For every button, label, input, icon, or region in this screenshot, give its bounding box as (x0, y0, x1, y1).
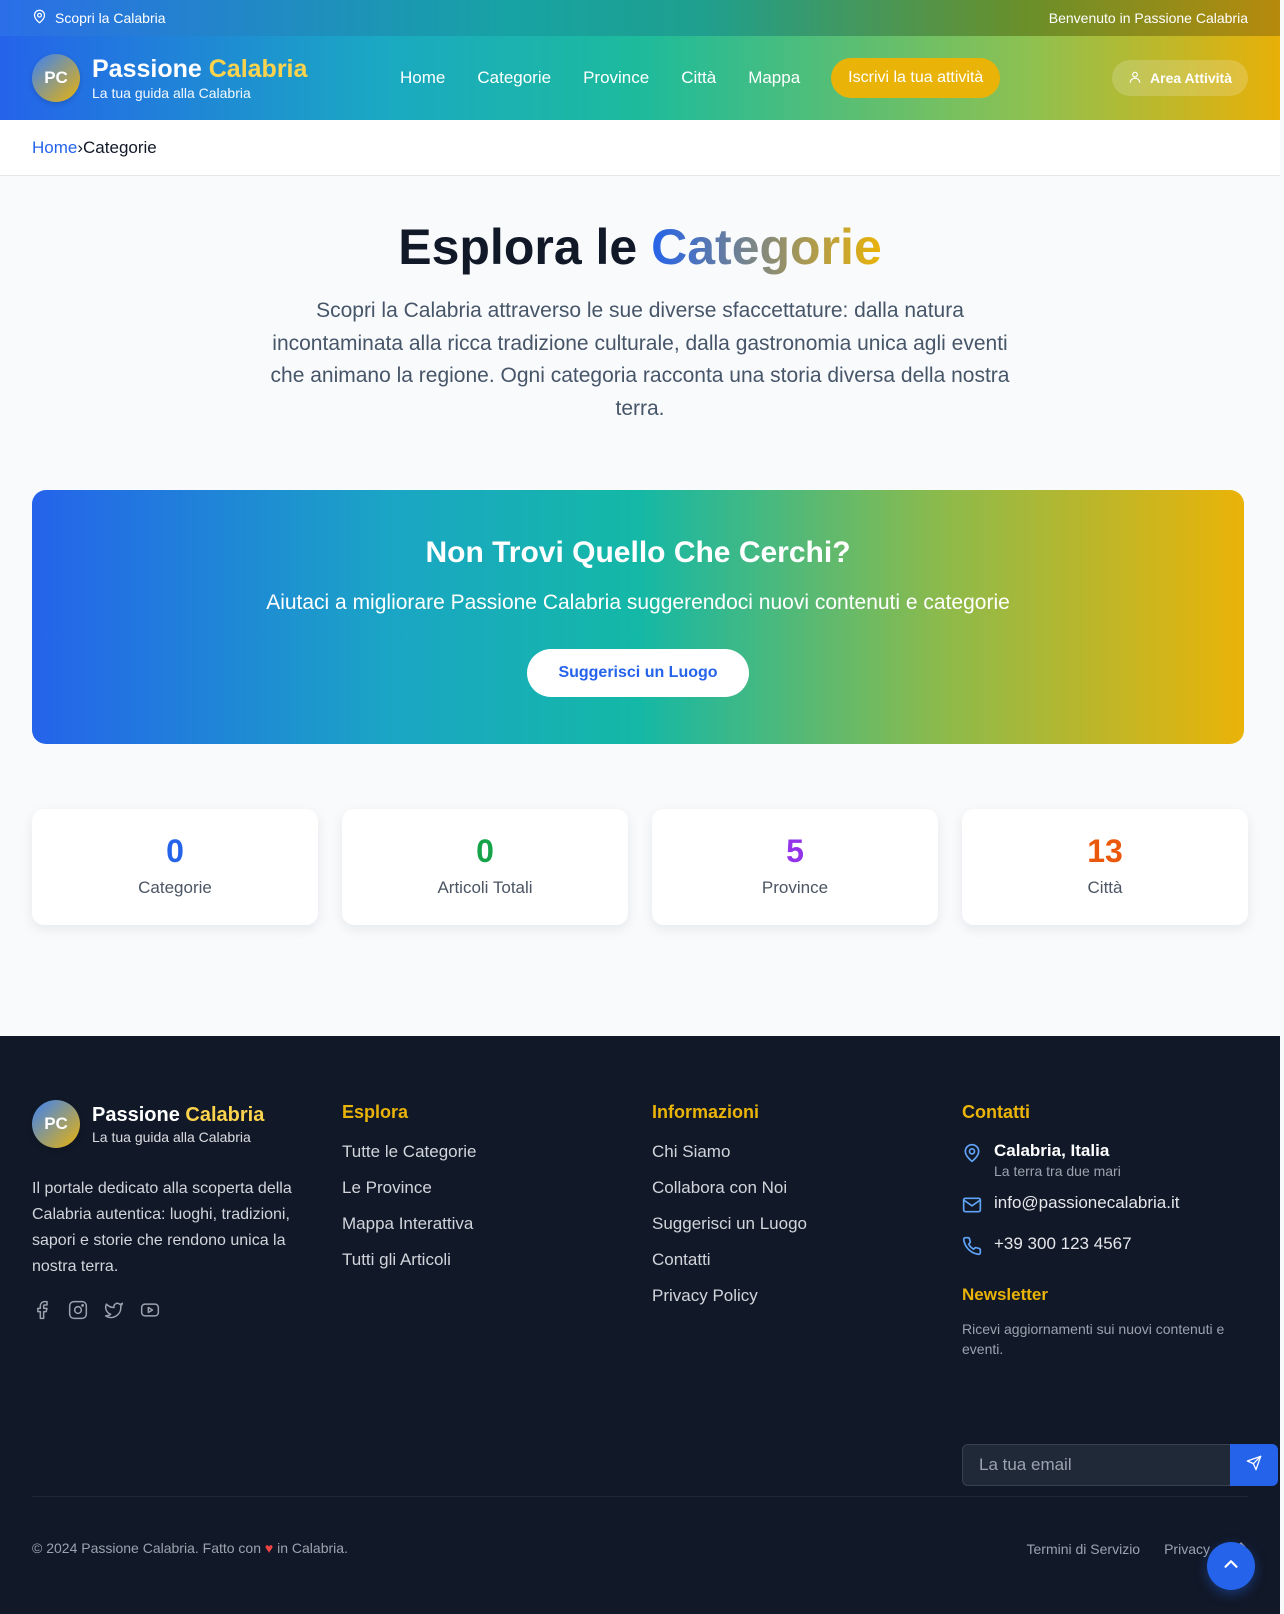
footer-logo[interactable]: PC Passione Calabria La tua guida alla C… (32, 1100, 264, 1148)
facebook-icon[interactable] (32, 1300, 52, 1320)
copyright: © 2024 Passione Calabria. Fatto con ♥ in… (32, 1540, 348, 1556)
logo-badge: PC (32, 54, 80, 102)
brand-name-part1: Passione (92, 55, 202, 83)
stat-value: 0 (166, 833, 184, 869)
site-header: PC Passione Calabria La tua guida alla C… (0, 36, 1280, 120)
footer-link-chi-siamo[interactable]: Chi Siamo (652, 1141, 807, 1163)
footer-explore-column: Esplora Tutte le Categorie Le Province M… (342, 1102, 477, 1285)
copyright-text-end: in Calabria. (277, 1540, 348, 1556)
brand-name: Passione Calabria (92, 55, 307, 83)
mail-icon (962, 1193, 982, 1220)
twitter-icon[interactable] (104, 1300, 124, 1320)
top-bar-location: Scopri la Calabria (32, 9, 166, 27)
phone-icon (962, 1234, 982, 1261)
banner-text: Aiutaci a migliorare Passione Calabria s… (266, 591, 1010, 614)
heart-icon: ♥ (264, 1540, 274, 1556)
nav-categorie[interactable]: Categorie (477, 68, 551, 88)
footer-link-articoli[interactable]: Tutti gli Articoli (342, 1249, 477, 1271)
footer-info-column: Informazioni Chi Siamo Collabora con Noi… (652, 1102, 807, 1321)
top-bar-welcome: Benvenuto in Passione Calabria (1048, 10, 1248, 26)
scroll-to-top-button[interactable] (1207, 1542, 1255, 1590)
brand-name-part1: Passione (92, 1104, 180, 1126)
breadcrumb-current: Categorie (83, 137, 157, 157)
footer-brand-name: Passione Calabria (92, 1103, 264, 1127)
breadcrumb-home[interactable]: Home (32, 138, 77, 158)
footer-link-suggerisci[interactable]: Suggerisci un Luogo (652, 1213, 807, 1235)
stat-label: Città (1087, 878, 1123, 897)
instagram-icon[interactable] (68, 1300, 88, 1320)
banner-title: Non Trovi Quello Che Cerchi? (425, 536, 851, 569)
stat-label: Province (761, 878, 829, 897)
contact-phone-text: +39 300 123 4567 (994, 1234, 1132, 1253)
register-business-button[interactable]: Iscrivi la tua attività (831, 58, 1001, 98)
newsletter-title: Newsletter (962, 1285, 1048, 1304)
stat-value: 0 (476, 833, 494, 869)
page-title-plain: Esplora le (398, 219, 638, 275)
brand-name-part2: Calabria (185, 1104, 265, 1126)
suggest-place-button[interactable]: Suggerisci un Luogo (527, 649, 749, 697)
footer-link-collabora[interactable]: Collabora con Noi (652, 1177, 807, 1199)
footer-contacts-title: Contatti (962, 1102, 1030, 1122)
page-title: Esplora le Categorie (0, 218, 1280, 276)
suggestion-banner: Non Trovi Quello Che Cerchi? Aiutaci a m… (32, 490, 1244, 744)
chevron-up-icon (1220, 1553, 1242, 1580)
contact-location: Calabria, Italia La terra tra due mari (962, 1141, 1280, 1179)
footer-link-contatti[interactable]: Contatti (652, 1249, 807, 1271)
top-bar: Scopri la Calabria Benvenuto in Passione… (0, 0, 1280, 36)
map-pin-icon (32, 9, 47, 27)
nav-province[interactable]: Province (583, 68, 649, 88)
contact-email-text: info@passionecalabria.it (994, 1193, 1180, 1212)
stat-card-citta: 13 Città (962, 809, 1248, 925)
footer-divider (32, 1496, 1248, 1497)
site-logo[interactable]: PC Passione Calabria La tua guida alla C… (32, 54, 307, 102)
breadcrumb: Home › Categorie (0, 120, 1280, 176)
footer-link-privacy-policy[interactable]: Privacy Policy (652, 1285, 807, 1307)
youtube-icon[interactable] (140, 1300, 160, 1320)
top-bar-location-label: Scopri la Calabria (55, 10, 166, 26)
copyright-text: © 2024 Passione Calabria. Fatto con (32, 1540, 262, 1556)
page-intro: Scopri la Calabria attraverso le sue div… (270, 299, 1010, 420)
nav-home[interactable]: Home (400, 68, 445, 88)
stat-card-categorie: 0 Categorie (32, 809, 318, 925)
contact-place-sub: La terra tra due mari (994, 1163, 1121, 1179)
site-footer: PC Passione Calabria La tua guida alla C… (0, 1036, 1280, 1614)
stat-card-articoli: 0 Articoli Totali (342, 809, 628, 925)
social-links (32, 1300, 160, 1320)
footer-link-province[interactable]: Le Province (342, 1177, 477, 1199)
logo-badge: PC (32, 1100, 80, 1148)
map-pin-icon (962, 1141, 982, 1168)
send-icon (1246, 1455, 1262, 1476)
newsletter-submit-button[interactable] (1230, 1444, 1278, 1486)
footer-info-title: Informazioni (652, 1102, 759, 1122)
terms-link[interactable]: Termini di Servizio (1027, 1541, 1141, 1557)
stat-label: Categorie (138, 878, 212, 897)
contact-phone[interactable]: +39 300 123 4567 (962, 1234, 1280, 1261)
nav-mappa[interactable]: Mappa (748, 68, 800, 88)
newsletter-text: Ricevi aggiornamenti sui nuovi contenuti… (962, 1321, 1225, 1357)
stat-value: 5 (786, 833, 804, 869)
business-area-button[interactable]: Area Attività (1112, 60, 1248, 96)
newsletter-form (962, 1444, 1278, 1486)
newsletter-email-input[interactable] (962, 1444, 1230, 1486)
footer-link-categorie[interactable]: Tutte le Categorie (342, 1141, 477, 1163)
stat-value: 13 (1087, 833, 1123, 869)
footer-description: Il portale dedicato alla scoperta della … (32, 1180, 292, 1275)
privacy-link[interactable]: Privacy (1164, 1541, 1210, 1557)
user-icon (1128, 70, 1142, 87)
business-area-label: Area Attività (1150, 70, 1232, 86)
brand-tagline: La tua guida alla Calabria (92, 85, 251, 101)
stat-label: Articoli Totali (437, 878, 533, 897)
main-nav: Home Categorie Province Città Mappa Iscr… (400, 36, 1032, 120)
nav-citta[interactable]: Città (681, 68, 716, 88)
footer-link-mappa[interactable]: Mappa Interattiva (342, 1213, 477, 1235)
footer-explore-title: Esplora (342, 1102, 409, 1122)
stat-card-province: 5 Province (652, 809, 938, 925)
page-title-accent: Categorie (651, 219, 882, 275)
brand-name-part2: Calabria (208, 55, 308, 83)
footer-contacts-column: Contatti Calabria, Italia La terra tra d… (962, 1102, 1280, 1522)
contact-email[interactable]: info@passionecalabria.it (962, 1193, 1280, 1220)
footer-brand-tagline: La tua guida alla Calabria (92, 1129, 251, 1145)
contact-place: Calabria, Italia (994, 1141, 1110, 1160)
